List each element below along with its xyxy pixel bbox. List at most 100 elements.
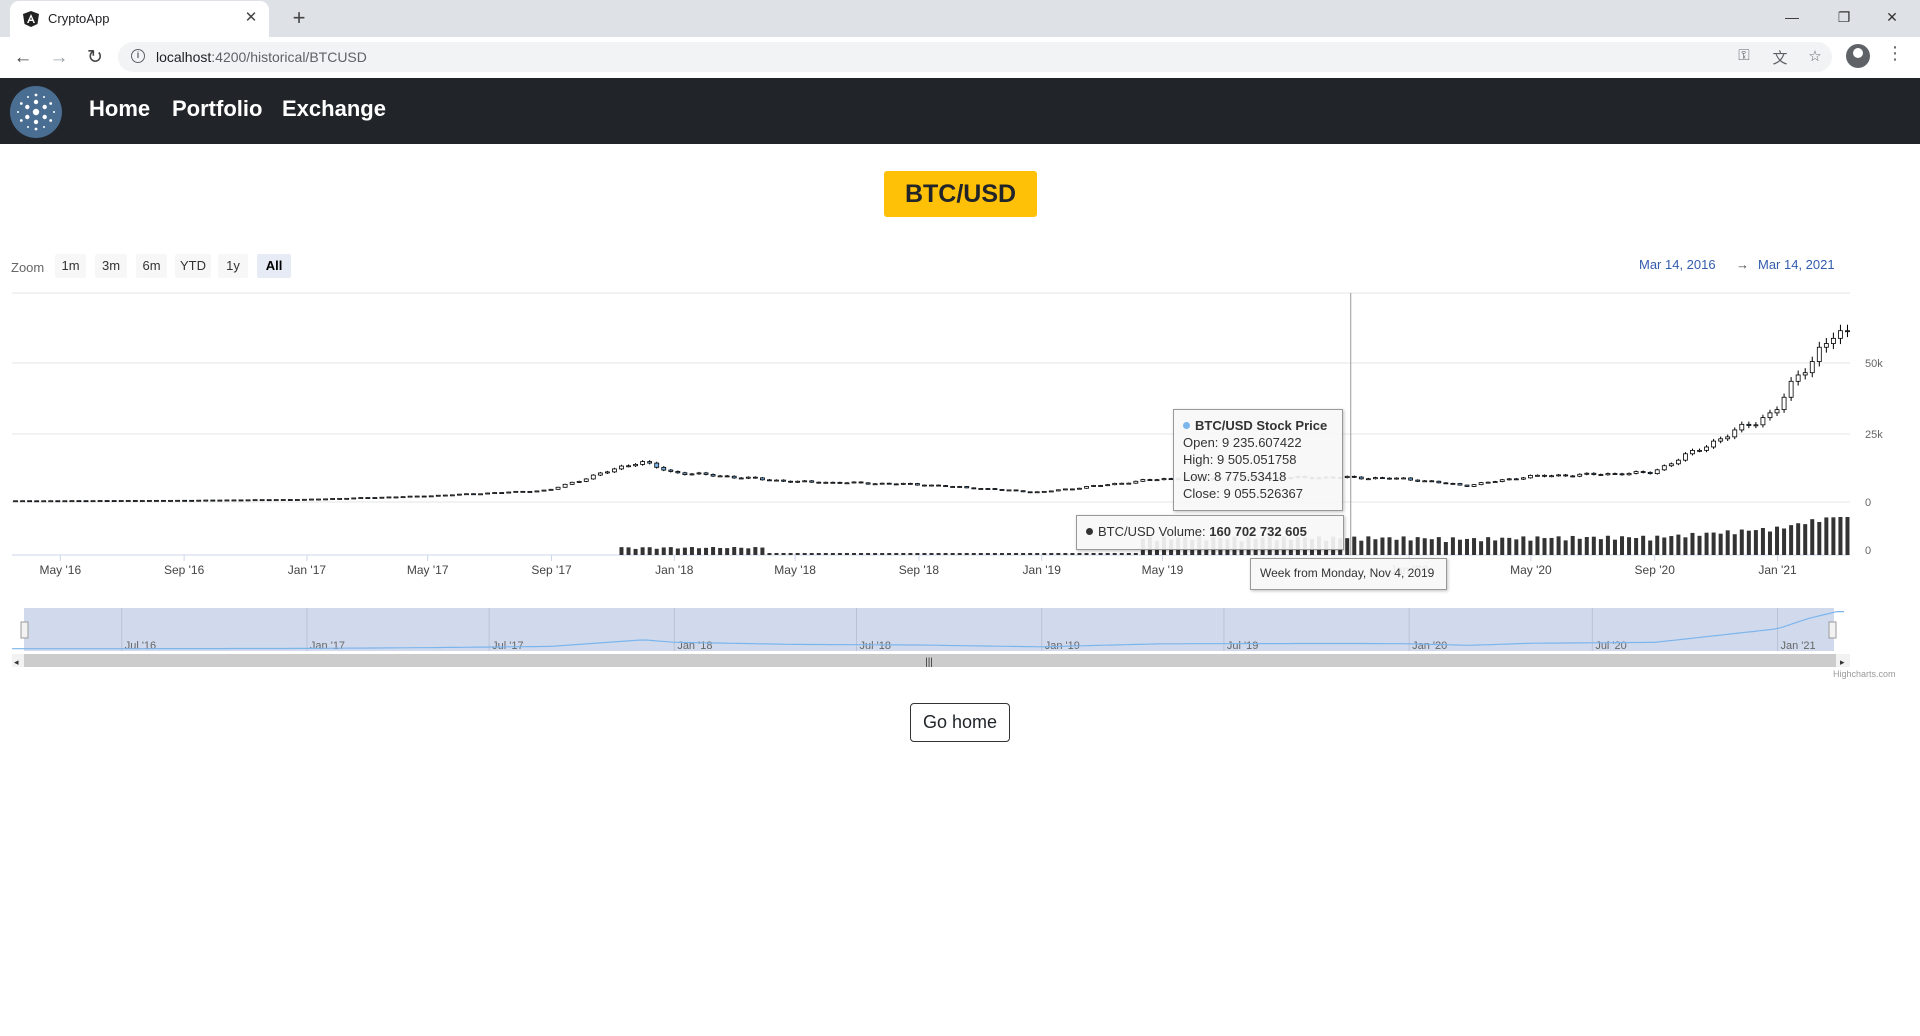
candle-body: [534, 490, 540, 493]
address-bar[interactable]: i localhost:4200/historical/BTCUSD ⚿ 文 ☆: [118, 42, 1832, 72]
profile-avatar-icon[interactable]: [1846, 44, 1870, 68]
tab-close-icon[interactable]: ✕: [241, 8, 261, 28]
candle-body: [20, 500, 25, 503]
candle-body: [471, 493, 476, 496]
volume-bar: [859, 553, 864, 555]
volume-bar: [1711, 532, 1716, 555]
candle-body: [1084, 486, 1089, 489]
candle-body: [97, 500, 103, 502]
volume-bar: [1394, 539, 1399, 555]
range-to-input[interactable]: Mar 14, 2021: [1758, 257, 1835, 272]
x-axis-label: Jan '17: [288, 563, 327, 577]
candle-body: [245, 499, 251, 502]
volume-bar: [1401, 536, 1406, 555]
zoom-button-6m[interactable]: 6m: [136, 254, 167, 278]
highcharts-credit[interactable]: Highcharts.com: [1833, 669, 1896, 679]
candle-body: [1070, 488, 1075, 491]
candle-body: [562, 483, 568, 488]
zoom-button-ytd[interactable]: YTD: [175, 254, 211, 278]
nav-link-portfolio[interactable]: Portfolio: [172, 96, 262, 122]
back-arrow-icon[interactable]: ←: [8, 43, 38, 73]
candle-body: [442, 494, 448, 497]
price-tooltip: BTC/USD Stock Price Open: 9 235.607422 H…: [1173, 409, 1343, 511]
candle-body: [1697, 449, 1702, 452]
candle-body: [1668, 463, 1674, 467]
candle-body: [788, 480, 793, 483]
new-tab-button[interactable]: +: [286, 4, 312, 32]
window-restore-button[interactable]: ❐: [1822, 0, 1866, 34]
candle-body: [1725, 436, 1731, 440]
bookmark-star-icon[interactable]: ☆: [1804, 47, 1826, 65]
range-from-input[interactable]: Mar 14, 2016: [1639, 257, 1716, 272]
zoom-button-1m[interactable]: 1m: [55, 254, 86, 278]
candle-body: [1520, 477, 1526, 480]
btc-price-chart[interactable]: 0 25k 50k 0 May '16 Sep '16 Jan '17 May '17 Sep …: [0, 285, 1920, 670]
candle-body: [1077, 487, 1082, 490]
key-icon[interactable]: ⚿: [1733, 47, 1755, 64]
zoom-button-all[interactable]: All: [257, 254, 291, 278]
volume-bar: [1521, 536, 1526, 555]
volume-bar: [1457, 539, 1462, 555]
zoom-button-1y[interactable]: 1y: [218, 254, 248, 278]
scroll-left-icon: ◂: [14, 657, 19, 667]
window-minimize-button[interactable]: —: [1770, 0, 1814, 34]
x-axis-label: Jan '21: [1758, 563, 1797, 577]
candle-body: [1006, 489, 1012, 492]
candle-body: [1436, 480, 1442, 484]
volume-bar: [1605, 535, 1610, 555]
candle-body: [1161, 478, 1167, 481]
candle-body: [915, 483, 920, 486]
volume-bar: [866, 553, 871, 555]
volume-bar: [1704, 532, 1709, 555]
volume-bar: [1542, 538, 1547, 555]
volume-bar: [711, 547, 716, 555]
volume-bar: [1591, 536, 1596, 555]
candle-body: [943, 485, 948, 487]
candle-body: [196, 499, 202, 502]
volume-bar: [732, 547, 737, 555]
candle-body: [1365, 478, 1371, 481]
translate-icon[interactable]: 文: [1769, 47, 1791, 68]
candle-body: [34, 500, 40, 503]
volume-bar: [774, 553, 779, 555]
tooltip-low-value: 8 775.53418: [1214, 469, 1287, 484]
volume-bar: [943, 553, 948, 555]
candle-body: [513, 490, 519, 493]
volume-bar: [1803, 524, 1808, 555]
candle-body: [1126, 482, 1132, 485]
candle-body: [1013, 489, 1019, 492]
reload-icon[interactable]: ↻: [80, 43, 110, 73]
nav-link-home[interactable]: Home: [89, 96, 150, 122]
candle-body: [1675, 459, 1681, 465]
nav-link-exchange[interactable]: Exchange: [282, 96, 386, 122]
volume-bar: [1014, 553, 1019, 555]
candle-body: [1633, 471, 1639, 474]
candle-body: [999, 489, 1005, 491]
forward-arrow-icon[interactable]: →: [44, 43, 74, 73]
candle-body: [1718, 438, 1724, 442]
browser-tab[interactable]: CryptoApp ✕: [10, 1, 269, 37]
zoom-button-3m[interactable]: 3m: [95, 254, 127, 278]
site-info-icon[interactable]: i: [131, 49, 145, 63]
candle-body: [323, 498, 328, 501]
address-url[interactable]: localhost:4200/historical/BTCUSD: [156, 49, 367, 65]
browser-menu-icon[interactable]: ⋮: [1886, 43, 1904, 64]
volume-bar: [985, 553, 990, 555]
candle-body: [1556, 474, 1561, 477]
candle-body: [1816, 346, 1822, 362]
candle-body: [858, 481, 864, 484]
navigator-label: Jul '20: [1595, 640, 1626, 652]
candle-body: [449, 494, 455, 497]
candle-body: [661, 466, 667, 471]
cardano-logo-icon[interactable]: [10, 86, 62, 138]
candle-body: [182, 499, 188, 502]
volume-bar: [1641, 535, 1646, 555]
go-home-button[interactable]: Go home: [910, 703, 1010, 742]
volume-bar: [1767, 531, 1772, 555]
volume-bar: [647, 547, 652, 555]
volume-bar: [816, 553, 821, 555]
x-axis-label: Sep '18: [899, 563, 940, 577]
volume-bar: [880, 553, 885, 555]
window-close-button[interactable]: ✕: [1870, 0, 1914, 34]
volume-bar: [1345, 538, 1350, 555]
